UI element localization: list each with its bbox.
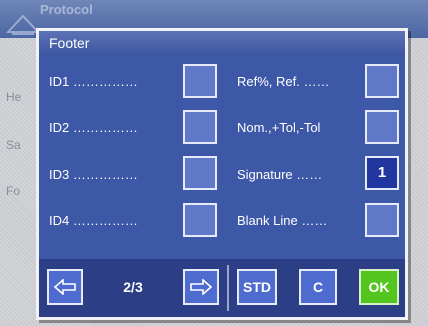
dialog-body: ID1 …………… ID2 …………… ID3 …………… ID4 …………… … [39,55,405,259]
dialog-title: Footer [39,31,405,55]
checkbox-id1[interactable] [183,64,217,98]
option-label-id2: ID2 …………… [49,120,138,135]
option-label-signature: Signature …… [237,167,323,182]
background-item-single: Sa [6,138,21,152]
checkbox-nom-tol[interactable] [365,110,399,144]
dialog-button-bar: 2/3 STD C OK [39,259,405,317]
prev-page-button[interactable] [47,269,83,305]
std-button[interactable]: STD [237,269,277,305]
option-label-id3: ID3 …………… [49,167,138,182]
checkbox-blank-line[interactable] [365,203,399,237]
option-label-id1: ID1 …………… [49,74,138,89]
background-item-header: He [6,90,22,104]
background-item-footer: Fo [6,184,21,198]
page-indicator: 2/3 [123,279,143,295]
footer-dialog: Footer ID1 …………… ID2 …………… ID3 …………… ID4… [36,28,408,320]
checkbox-id3[interactable] [183,156,217,190]
option-label-blank-line: Blank Line …… [237,213,328,228]
option-label-id4: ID4 …………… [49,213,138,228]
background-title: Protocol [40,2,93,17]
ok-button[interactable]: OK [359,269,399,305]
option-label-nom-tol: Nom.,+Tol,-Tol [237,120,321,135]
clear-button[interactable]: C [299,269,337,305]
arrow-right-icon [190,278,213,296]
button-separator [227,265,229,311]
arrow-left-icon [53,278,76,296]
next-page-button[interactable] [183,269,219,305]
checkbox-ref[interactable] [365,64,399,98]
scale-logo-icon [6,14,40,35]
option-label-ref: Ref%, Ref. …… [237,74,330,89]
checkbox-signature[interactable]: 1 [365,156,399,190]
checkbox-id2[interactable] [183,110,217,144]
checkbox-id4[interactable] [183,203,217,237]
